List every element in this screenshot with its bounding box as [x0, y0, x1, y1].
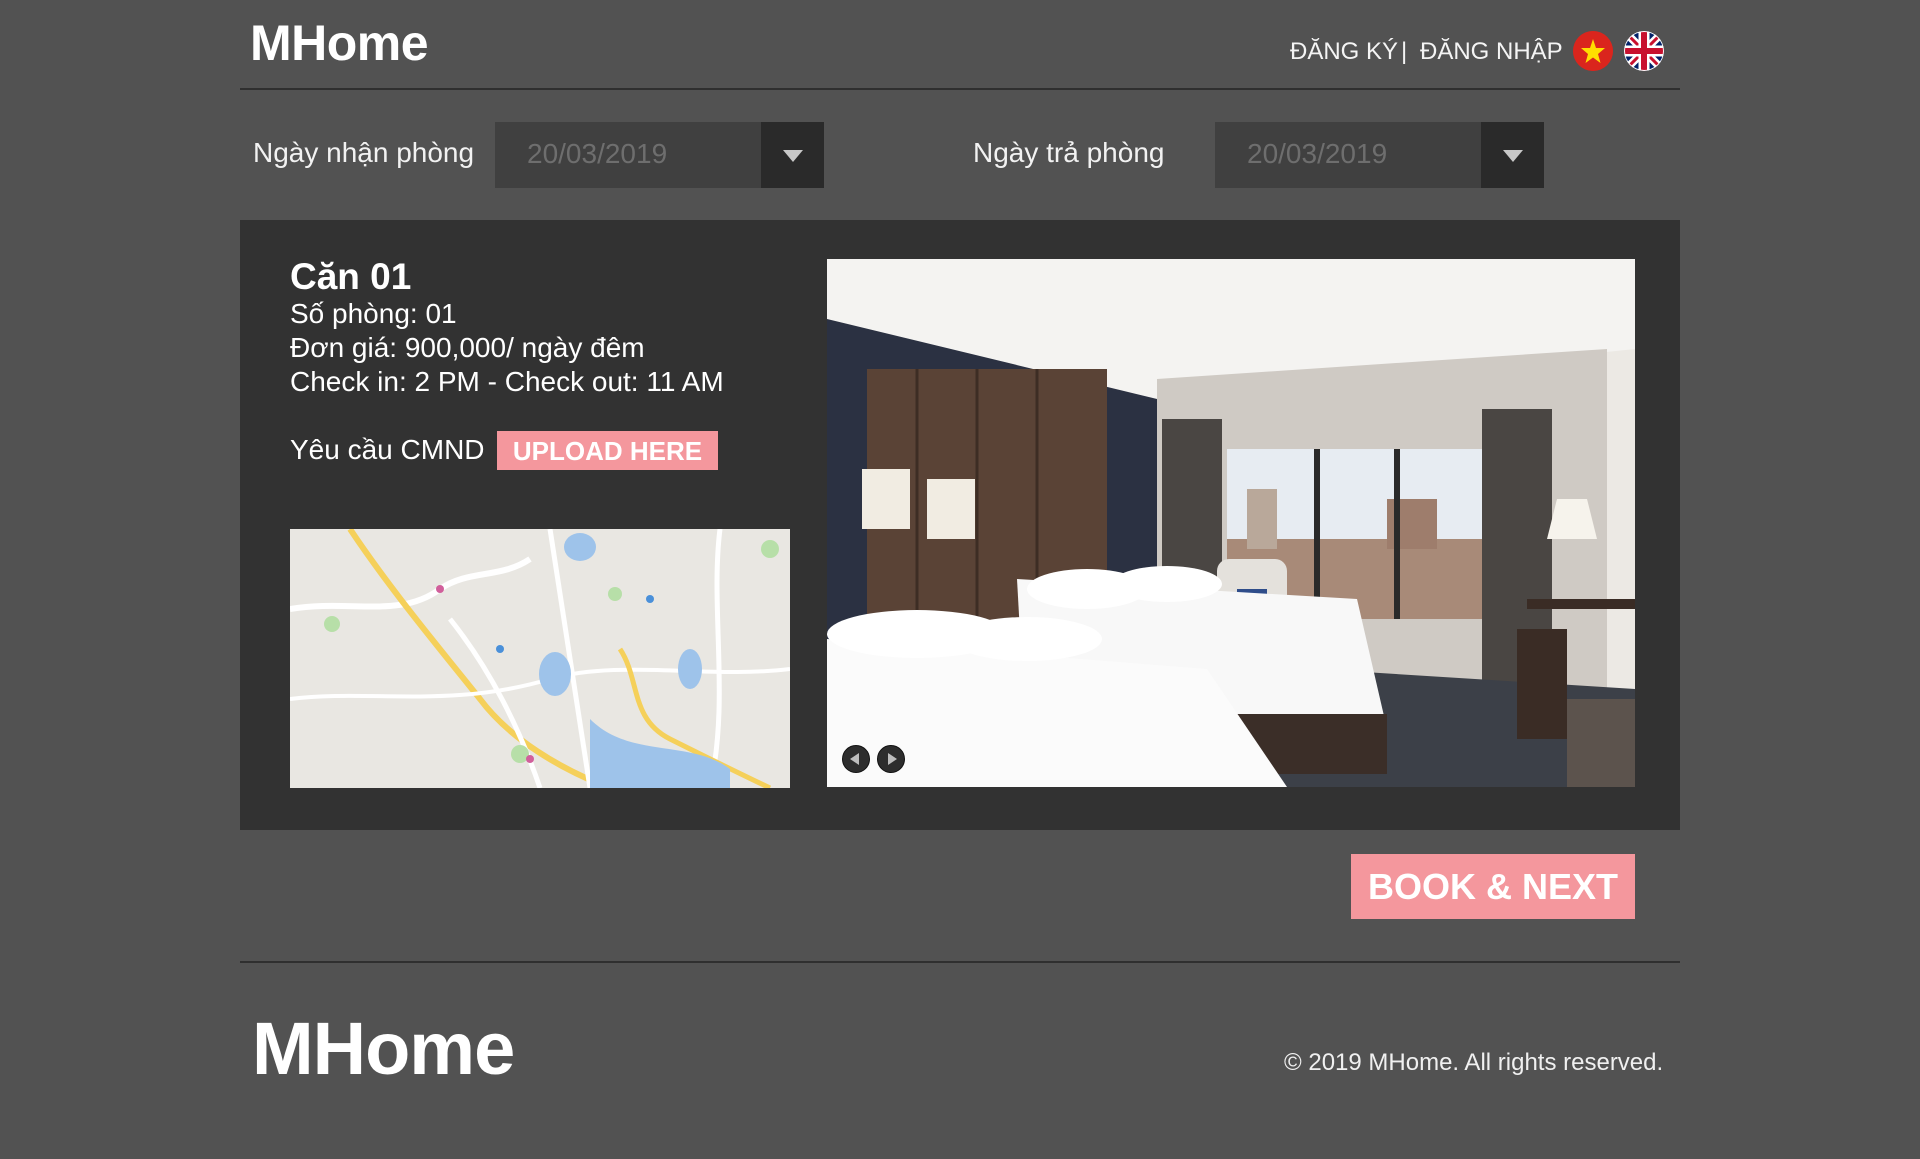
- room-title: Căn 01: [290, 256, 412, 297]
- copyright-text: © 2019 MHome. All rights reserved.: [1284, 1049, 1664, 1076]
- checkout-date-value: 20/03/2019: [1247, 138, 1388, 169]
- footer-divider: [240, 961, 1680, 963]
- header-divider: [240, 88, 1680, 90]
- checkin-date-value: 20/03/2019: [527, 138, 668, 169]
- checkin-label: Ngày nhận phòng: [253, 137, 475, 168]
- previous-photo-button[interactable]: [842, 745, 870, 773]
- chevron-down-icon[interactable]: [1481, 122, 1544, 188]
- site-logo[interactable]: MHome: [250, 14, 429, 72]
- id-requirement-label: Yêu cầu CMND: [290, 434, 485, 465]
- room-number: Số phòng: 01: [290, 298, 457, 329]
- checkout-label: Ngày trả phòng: [973, 137, 1165, 168]
- login-link[interactable]: ĐĂNG NHẬP: [1420, 38, 1563, 66]
- register-link[interactable]: ĐĂNG KÝ: [1290, 38, 1398, 66]
- location-map[interactable]: [290, 529, 790, 788]
- room-photo: [827, 259, 1635, 787]
- chevron-down-icon[interactable]: [761, 122, 824, 188]
- check-times: Check in: 2 PM - Check out: 11 AM: [290, 366, 724, 397]
- auth-separator: |: [1401, 38, 1408, 65]
- next-photo-button[interactable]: [877, 745, 905, 773]
- vietnam-flag-icon[interactable]: [1573, 31, 1613, 71]
- checkin-date-picker[interactable]: 20/03/2019: [495, 122, 824, 188]
- checkout-date-picker[interactable]: 20/03/2019: [1215, 122, 1544, 188]
- footer-logo: MHome: [252, 1007, 515, 1090]
- book-and-next-button[interactable]: BOOK & NEXT: [1351, 854, 1635, 919]
- room-price: Đơn giá: 900,000/ ngày đêm: [290, 332, 645, 363]
- uk-flag-icon[interactable]: [1624, 31, 1664, 71]
- upload-button[interactable]: UPLOAD HERE: [497, 431, 718, 470]
